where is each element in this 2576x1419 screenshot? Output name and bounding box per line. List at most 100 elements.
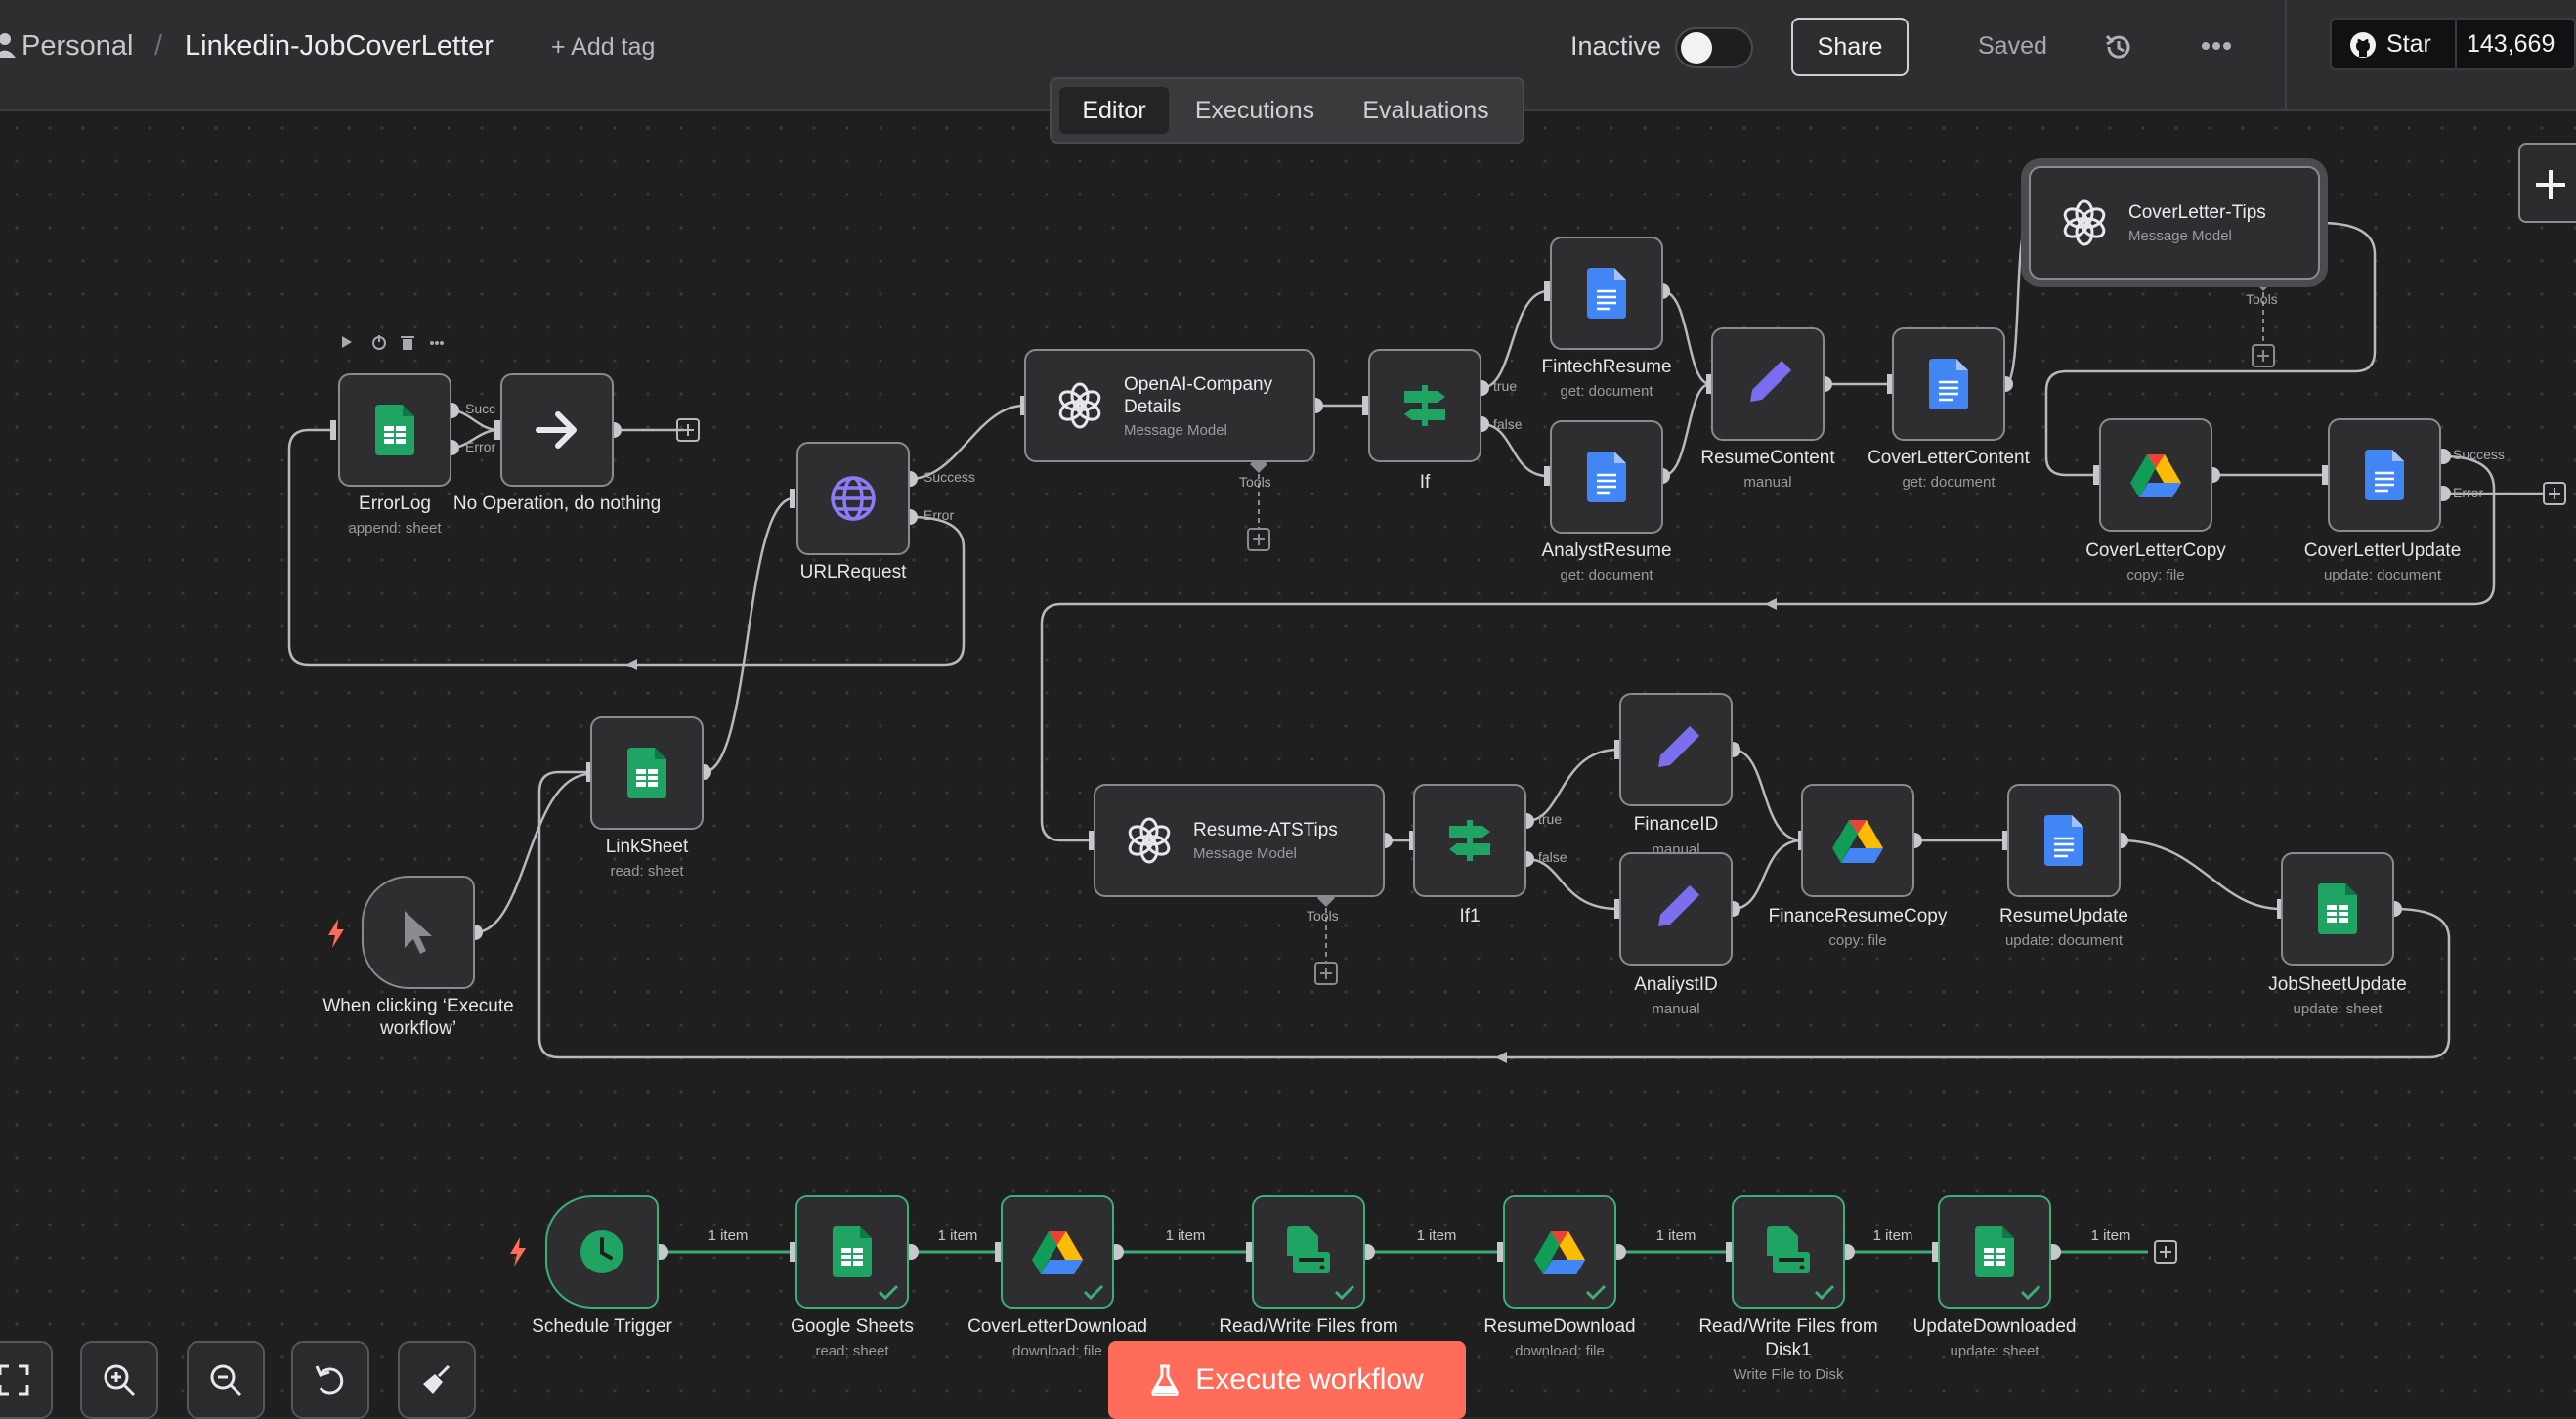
node-subtitle: get: document xyxy=(1560,567,1653,583)
arrow-right-icon xyxy=(536,411,577,449)
node-subtitle: download: file xyxy=(1515,1343,1605,1359)
node-fintech-resume[interactable] xyxy=(1550,236,1663,350)
node-analyst-resume[interactable] xyxy=(1550,420,1663,534)
node-label: Schedule Trigger xyxy=(532,1316,672,1337)
node-google-sheets[interactable] xyxy=(795,1195,909,1309)
node-errorlog[interactable] xyxy=(338,373,451,487)
zoom-out-button[interactable] xyxy=(187,1341,265,1419)
openai-icon xyxy=(1058,382,1101,429)
more-icon[interactable] xyxy=(430,341,444,345)
google-sheets-icon xyxy=(1975,1226,2014,1277)
node-label: Read/Write Files from xyxy=(1698,1316,1878,1337)
fit-view-button[interactable] xyxy=(0,1341,53,1419)
node-label: ResumeContent xyxy=(1700,448,1835,468)
add-after-coverletter-update[interactable] xyxy=(2543,482,2566,505)
power-icon[interactable] xyxy=(372,335,386,350)
item-count-label: 1 item xyxy=(1416,1227,1457,1244)
node-subtitle: manual xyxy=(1743,474,1792,491)
node-label: CoverLetter-Tips xyxy=(2128,202,2266,223)
check-icon xyxy=(1814,1284,1835,1301)
node-financeid[interactable] xyxy=(1619,693,1733,806)
node-subtitle: update: sheet xyxy=(2293,1001,2383,1017)
node-finance-resume-copy[interactable] xyxy=(1801,784,1914,897)
port-label-success: Success xyxy=(2453,447,2505,462)
node-label: FintechResume xyxy=(1541,357,1672,377)
reset-zoom-button[interactable] xyxy=(291,1341,369,1419)
node-subtitle: Message Model xyxy=(2128,228,2232,244)
node-resume-download[interactable] xyxy=(1503,1195,1616,1309)
item-count-label: 1 item xyxy=(1165,1227,1206,1244)
node-label: URLRequest xyxy=(799,562,907,582)
node-label: OpenAI-Company xyxy=(1124,373,1273,395)
node-subtitle: manual xyxy=(1652,1001,1700,1017)
node-subtitle: Message Model xyxy=(1193,845,1297,862)
tools-label: Tools xyxy=(1307,908,1339,924)
node-analiystid[interactable] xyxy=(1619,852,1733,966)
node-subtitle: download: file xyxy=(1012,1343,1102,1359)
node-coverletter-update[interactable] xyxy=(2328,418,2441,532)
add-after-update-downloaded[interactable] xyxy=(2154,1240,2177,1264)
node-readwrite-files[interactable] xyxy=(1252,1195,1365,1309)
node-subtitle: update: document xyxy=(2323,567,2442,583)
node-resume-content[interactable] xyxy=(1711,327,1825,441)
trigger-bolt-icon xyxy=(328,919,344,948)
check-icon xyxy=(1334,1284,1355,1301)
add-after-noop[interactable] xyxy=(676,418,700,442)
google-drive-icon xyxy=(1534,1231,1585,1274)
node-subtitle: Message Model xyxy=(1124,421,1227,439)
node-label: AnaliystID xyxy=(1634,974,1718,995)
zoom-out-icon xyxy=(210,1364,242,1397)
node-label: ResumeDownload xyxy=(1483,1316,1636,1337)
node-coverletter-download[interactable] xyxy=(1001,1195,1114,1309)
node-label: workflow’ xyxy=(379,1018,457,1039)
item-count-label: 1 item xyxy=(708,1227,749,1244)
add-tool-openai[interactable] xyxy=(1247,528,1270,551)
port-label-false: false xyxy=(1538,849,1567,865)
add-tool-coverletter-tips[interactable] xyxy=(2252,344,2275,367)
tidy-up-button[interactable] xyxy=(398,1341,476,1419)
google-docs-icon xyxy=(2044,815,2083,866)
node-readwrite-files-disk1[interactable] xyxy=(1732,1195,1845,1309)
node-subtitle: Write File to Disk xyxy=(1733,1366,1844,1383)
google-drive-icon xyxy=(1032,1231,1083,1274)
node-if1[interactable] xyxy=(1413,784,1526,897)
node-resume-update[interactable] xyxy=(2007,784,2121,897)
add-tool-resume-atstips[interactable] xyxy=(1314,962,1338,985)
node-schedule-trigger[interactable] xyxy=(545,1195,659,1309)
node-coverletter-copy[interactable] xyxy=(2099,418,2212,532)
zoom-in-button[interactable] xyxy=(80,1341,158,1419)
google-docs-icon xyxy=(1929,359,1968,409)
node-if[interactable] xyxy=(1368,349,1481,462)
check-icon xyxy=(878,1284,899,1301)
node-coverletter-tips[interactable]: CoverLetter-Tips Message Model xyxy=(2029,166,2320,280)
play-icon[interactable] xyxy=(342,336,352,348)
check-icon xyxy=(1585,1284,1607,1301)
file-disk-icon xyxy=(1287,1226,1330,1273)
node-coverletter-content[interactable] xyxy=(1892,327,2005,441)
trash-icon[interactable] xyxy=(401,336,414,350)
node-subtitle: read: sheet xyxy=(610,863,684,880)
check-icon xyxy=(2020,1284,2041,1301)
node-subtitle: update: sheet xyxy=(1950,1343,2039,1359)
node-label: JobSheetUpdate xyxy=(2268,974,2407,995)
node-label: FinanceResumeCopy xyxy=(1768,906,1948,926)
node-linksheet[interactable] xyxy=(590,716,704,830)
broom-icon xyxy=(423,1364,451,1394)
node-label: ResumeUpdate xyxy=(1998,906,2129,926)
node-manual-trigger[interactable] xyxy=(362,876,475,989)
execute-workflow-button[interactable]: Execute workflow xyxy=(1108,1341,1466,1419)
openai-icon xyxy=(2063,199,2106,246)
node-label: Read/Write Files from xyxy=(1219,1316,1398,1337)
node-jobsheet-update[interactable] xyxy=(2281,852,2394,966)
node-noop[interactable] xyxy=(500,373,614,487)
node-update-downloaded[interactable] xyxy=(1938,1195,2051,1309)
node-resume-atstips[interactable]: Resume-ATSTips Message Model xyxy=(1094,784,1385,897)
node-urlrequest[interactable] xyxy=(796,442,910,555)
check-icon xyxy=(1083,1284,1104,1301)
node-label: LinkSheet xyxy=(605,837,689,857)
node-openai-company-details[interactable]: OpenAI-Company Details Message Model xyxy=(1024,349,1315,462)
node-toolbar xyxy=(338,332,446,357)
node-label: UpdateDownloaded xyxy=(1912,1316,2077,1337)
google-sheets-icon xyxy=(2318,883,2357,934)
pencil-icon xyxy=(1658,884,1700,926)
